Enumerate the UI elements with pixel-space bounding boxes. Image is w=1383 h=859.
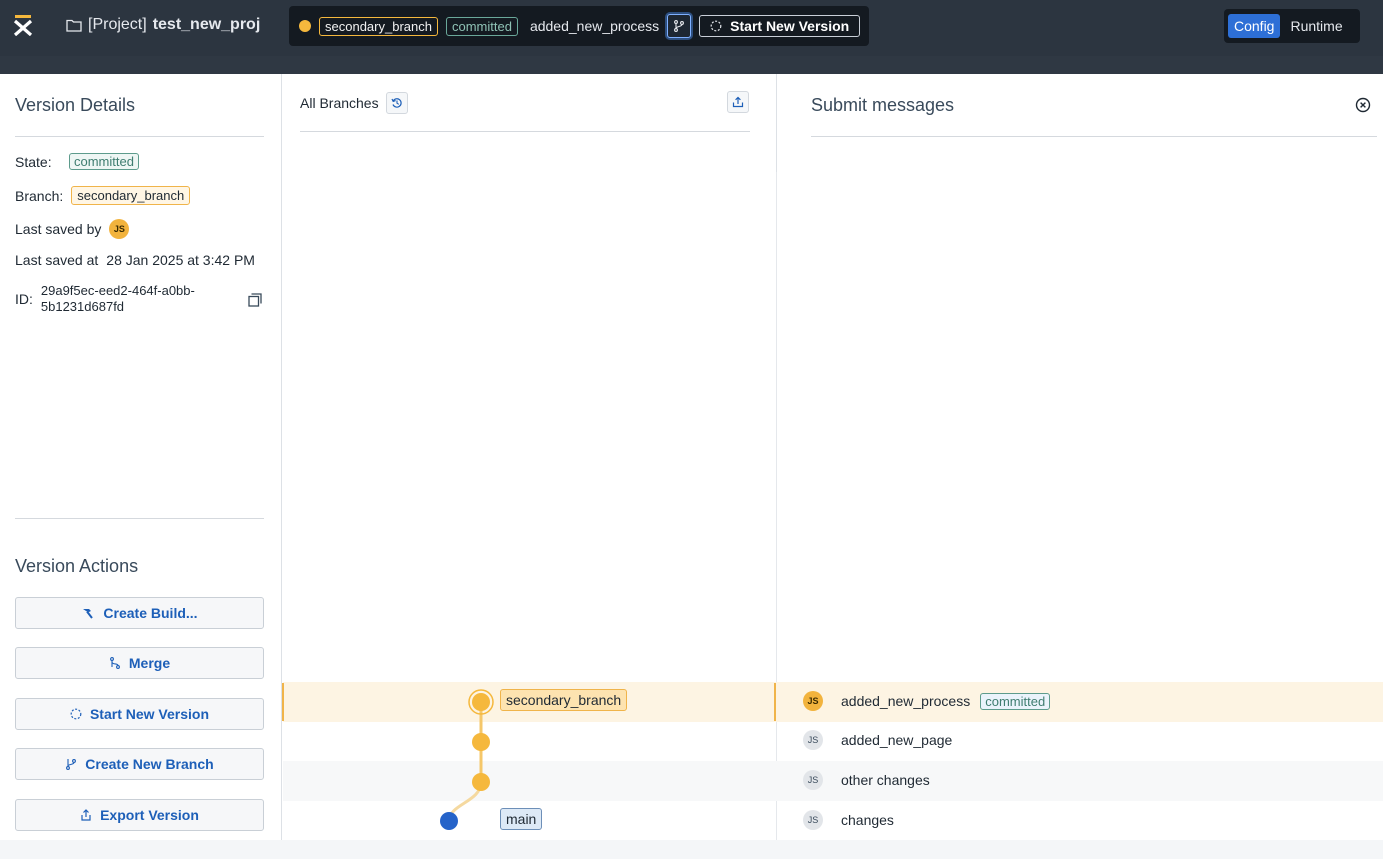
- dashed-circle-icon: [710, 20, 722, 32]
- saved-at-row: Last saved at 28 Jan 2025 at 3:42 PM: [15, 252, 255, 268]
- project-name: test_new_proj: [152, 16, 261, 33]
- branch-color-dot: [299, 20, 311, 32]
- merge-button[interactable]: Merge: [15, 647, 264, 679]
- history-button[interactable]: [386, 92, 408, 114]
- version-node[interactable]: [472, 733, 490, 751]
- main-node[interactable]: [440, 812, 458, 830]
- branch-badge: secondary_branch: [71, 186, 191, 205]
- state-label: State:: [15, 153, 52, 170]
- mode-runtime-tab[interactable]: Runtime: [1284, 14, 1348, 38]
- folder-icon: [66, 19, 82, 32]
- message-text: added_new_page: [841, 732, 953, 748]
- version-node[interactable]: [472, 773, 490, 791]
- avatar: JS: [803, 770, 823, 790]
- git-branch-icon: [674, 20, 685, 32]
- export-icon: [81, 809, 91, 821]
- branch-label: Branch:: [15, 187, 64, 204]
- bottom-strip: [0, 840, 1383, 859]
- export-graph-button[interactable]: [727, 91, 749, 113]
- app-logo-icon[interactable]: [12, 14, 34, 36]
- message-text: changes: [841, 812, 894, 828]
- mode-config-tab[interactable]: Config: [1228, 14, 1281, 38]
- merge-icon: [109, 657, 120, 669]
- saved-at-value: 28 Jan 2025 at 3:42 PM: [106, 252, 255, 268]
- export-version-button[interactable]: Export Version: [15, 799, 264, 831]
- create-build-button[interactable]: Create Build...: [15, 597, 264, 629]
- close-icon[interactable]: [1355, 97, 1371, 113]
- create-new-branch-label: Create New Branch: [85, 756, 214, 772]
- status-badge: committed: [980, 692, 1051, 710]
- state-tag: committed: [445, 16, 518, 36]
- divider: [15, 518, 264, 519]
- upload-icon: [732, 96, 744, 108]
- id-label: ID:: [15, 291, 33, 307]
- state-badge: committed: [69, 153, 139, 170]
- message-item[interactable]: JS other changes: [803, 770, 930, 790]
- saved-by-label: Last saved by: [15, 221, 102, 237]
- dashed-circle-icon: [70, 708, 82, 720]
- main-label-tag[interactable]: main: [500, 808, 543, 830]
- mode-switch: Config Runtime: [1224, 9, 1360, 43]
- divider: [811, 136, 1377, 137]
- top-bar: [Project] test_new_proj secondary_branch…: [0, 0, 1383, 56]
- divider: [300, 131, 750, 132]
- merge-label: Merge: [128, 655, 171, 671]
- create-new-branch-button[interactable]: Create New Branch: [15, 748, 264, 780]
- start-new-version-label: Start New Version: [730, 18, 850, 34]
- message-item[interactable]: JS changes: [803, 810, 894, 830]
- start-new-version-action[interactable]: Start New Version: [15, 698, 264, 730]
- message-text: added_new_process: [841, 693, 971, 709]
- create-build-label: Create Build...: [103, 605, 198, 621]
- id-row: ID: 29a9f5ec-eed2-464f-a0bb-5b1231d687fd: [15, 283, 221, 315]
- avatar: JS: [803, 810, 823, 830]
- version-details-title: Version Details: [15, 95, 136, 115]
- branch-row: Branch: secondary_branch: [15, 186, 191, 205]
- pane-divider: [776, 74, 777, 172]
- version-bar: secondary_branch committed added_new_pro…: [289, 6, 869, 46]
- start-new-version-button[interactable]: Start New Version: [699, 15, 861, 37]
- message-item[interactable]: JS added_new_process committed: [803, 691, 1051, 711]
- branch-tag[interactable]: secondary_branch: [319, 16, 438, 36]
- version-panel: Version Details State: committed Branch:…: [0, 74, 1383, 859]
- start-new-version-action-label: Start New Version: [89, 706, 210, 722]
- version-name[interactable]: added_new_process: [530, 18, 659, 34]
- avatar: JS: [803, 691, 823, 711]
- background-toolbar: [0, 56, 1383, 74]
- message-item[interactable]: JS added_new_page: [803, 730, 952, 750]
- all-branches-title: All Branches: [300, 95, 379, 111]
- avatar: JS: [109, 219, 130, 239]
- saved-at-label: Last saved at: [15, 252, 99, 268]
- message-text: other changes: [841, 772, 930, 788]
- submit-messages-title: Submit messages: [811, 95, 955, 115]
- version-node[interactable]: [472, 693, 490, 711]
- project-prefix: [Project]: [88, 16, 147, 33]
- avatar: JS: [803, 730, 823, 750]
- hammer-icon: [83, 609, 94, 619]
- version-actions-title: Version Actions: [15, 556, 139, 576]
- state-row: State: committed: [15, 153, 139, 170]
- saved-by-row: Last saved by JS: [15, 219, 130, 239]
- branch-label-tag[interactable]: secondary_branch: [500, 689, 628, 711]
- export-version-label: Export Version: [100, 807, 199, 823]
- version-details-pane: Version Details State: committed Branch:…: [0, 74, 282, 840]
- project-breadcrumb[interactable]: [Project] test_new_proj: [66, 16, 260, 34]
- git-branch-icon: [66, 759, 77, 770]
- divider: [15, 136, 264, 137]
- branches-button[interactable]: [667, 14, 692, 38]
- copy-icon[interactable]: [248, 293, 262, 307]
- history-icon: [391, 98, 402, 108]
- id-value: 29a9f5ec-eed2-464f-a0bb-5b1231d687fd: [40, 283, 195, 314]
